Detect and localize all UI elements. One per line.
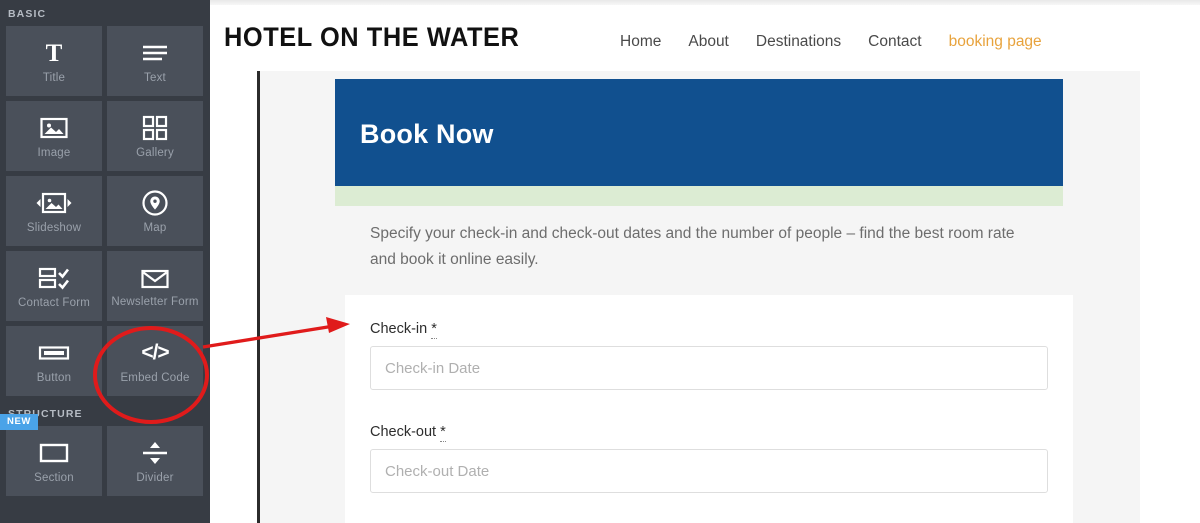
- sidebar-tile-label: Title: [43, 72, 65, 84]
- divider-icon: [141, 438, 169, 468]
- booking-form-card: Check-in * Check-in Date Check-out * Che…: [345, 295, 1073, 523]
- green-accent-band: [335, 186, 1063, 206]
- contact-form-icon: [38, 263, 70, 293]
- site-logo[interactable]: HOTEL ON THE WATER: [224, 22, 519, 53]
- envelope-icon: [140, 264, 170, 294]
- sidebar-tile-label: Slideshow: [27, 222, 81, 234]
- sidebar-tile-map[interactable]: Map: [107, 176, 203, 246]
- sidebar-tile-grid-structure: NEW Section Divider: [0, 426, 210, 496]
- check-in-label-text: Check-in: [370, 321, 427, 337]
- site-header: HOTEL ON THE WATER Home About Destinatio…: [210, 5, 1200, 72]
- sidebar-tile-gallery[interactable]: Gallery: [107, 101, 203, 171]
- book-now-banner[interactable]: Book Now: [335, 79, 1063, 186]
- check-in-input[interactable]: Check-in Date: [370, 346, 1048, 390]
- nav-item-home[interactable]: Home: [620, 33, 661, 51]
- check-out-required-mark: *: [440, 424, 446, 442]
- sidebar-tile-label: Image: [38, 147, 71, 159]
- nav-item-booking-page[interactable]: booking page: [949, 33, 1042, 51]
- check-in-label: Check-in *: [370, 321, 1048, 337]
- sidebar-tile-label: Divider: [136, 472, 173, 484]
- site-nav: Home About Destinations Contact booking …: [620, 33, 1042, 51]
- page-content-area: Book Now Specify your check-in and check…: [260, 71, 1140, 523]
- nav-item-destinations[interactable]: Destinations: [756, 33, 841, 51]
- sidebar-tile-divider[interactable]: Divider: [107, 426, 203, 496]
- sidebar-tile-label: Button: [37, 372, 71, 384]
- field-check-in: Check-in * Check-in Date: [370, 321, 1048, 390]
- sidebar-tile-label: Text: [144, 72, 166, 84]
- button-icon: [38, 338, 70, 368]
- rectangle-icon: [38, 438, 70, 468]
- sidebar-tile-label: Newsletter Form: [111, 296, 198, 309]
- widget-sidebar: BASIC T Title Text Image: [0, 0, 210, 523]
- map-pin-icon: [141, 188, 169, 218]
- new-badge: NEW: [0, 414, 38, 430]
- sidebar-tile-contact-form[interactable]: Contact Form: [6, 251, 102, 321]
- check-in-required-mark: *: [431, 321, 437, 339]
- check-out-label: Check-out *: [370, 424, 1048, 440]
- sidebar-tile-button[interactable]: Button: [6, 326, 102, 396]
- sidebar-tile-label: Contact Form: [18, 297, 90, 309]
- nav-item-about[interactable]: About: [688, 33, 729, 51]
- sidebar-tile-slideshow[interactable]: Slideshow: [6, 176, 102, 246]
- field-check-out: Check-out * Check-out Date: [370, 424, 1048, 493]
- slideshow-icon: [35, 188, 73, 218]
- site-preview-body: Book Now Specify your check-in and check…: [210, 71, 1200, 523]
- sidebar-tile-image[interactable]: Image: [6, 101, 102, 171]
- nav-item-contact[interactable]: Contact: [868, 33, 921, 51]
- sidebar-tile-embed-code[interactable]: </> Embed Code: [107, 326, 203, 396]
- preview-scroll-track[interactable]: [1140, 71, 1200, 523]
- check-out-label-text: Check-out: [370, 424, 436, 440]
- sidebar-group-label-basic: BASIC: [0, 0, 210, 26]
- sidebar-tile-label: Map: [144, 222, 167, 234]
- sidebar-tile-label: Embed Code: [120, 372, 189, 384]
- sidebar-tile-newsletter-form[interactable]: Newsletter Form: [107, 251, 203, 321]
- sidebar-tile-section[interactable]: NEW Section: [6, 426, 102, 496]
- check-out-input[interactable]: Check-out Date: [370, 449, 1048, 493]
- title-icon: T: [46, 38, 63, 68]
- gallery-grid-icon: [142, 113, 168, 143]
- code-brackets-icon: </>: [141, 338, 168, 368]
- banner-title: Book Now: [360, 119, 494, 150]
- intro-paragraph: Specify your check-in and check-out date…: [370, 221, 1030, 273]
- check-in-placeholder: Check-in Date: [385, 360, 480, 377]
- sidebar-tile-label: Gallery: [136, 147, 174, 159]
- check-out-placeholder: Check-out Date: [385, 463, 489, 480]
- sidebar-tile-label: Section: [34, 472, 74, 484]
- sidebar-tile-grid-basic: T Title Text Image: [0, 26, 210, 396]
- sidebar-tile-text[interactable]: Text: [107, 26, 203, 96]
- sidebar-tile-title[interactable]: T Title: [6, 26, 102, 96]
- text-lines-icon: [140, 38, 170, 68]
- editor-canvas: HOTEL ON THE WATER Home About Destinatio…: [210, 0, 1200, 523]
- image-icon: [39, 113, 69, 143]
